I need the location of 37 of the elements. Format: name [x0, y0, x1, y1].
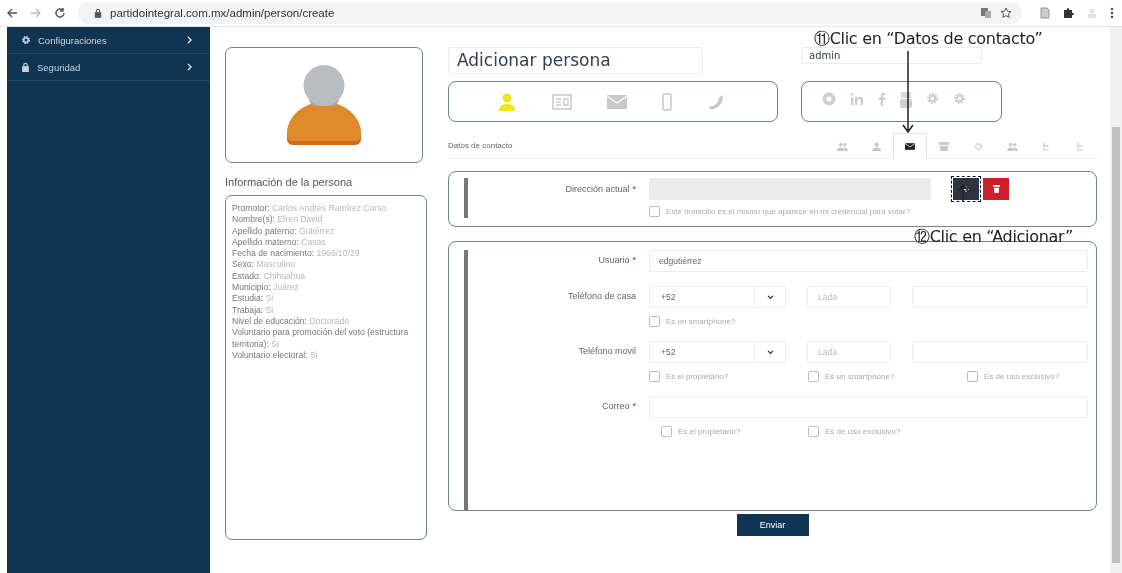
field-label: Dirección actual — [565, 184, 630, 194]
info-line: Voluntario para promoción del voto (estructura territoria): Si — [232, 327, 410, 350]
tab-section-label: Datos de contacto — [448, 141, 513, 150]
text-field[interactable]: edgutiérrez — [649, 250, 1088, 272]
user-field: admin — [801, 47, 982, 64]
info-line: Apellido materno: Casas — [232, 236, 327, 249]
field-label: Usuario — [598, 255, 630, 265]
info-line: Apellido paterno: Gutiérrez — [232, 225, 336, 237]
info-line: Fecha de nacimiento: 1966/10/29 — [232, 248, 361, 260]
field-label: Correo — [601, 401, 630, 411]
required-mark: * — [632, 255, 636, 265]
info-line: Voluntario electoral: Si — [232, 349, 319, 362]
info-line: Estudia: Si — [232, 293, 275, 305]
sidebar-item[interactable]: Configuraciones — [7, 27, 210, 54]
country-code-dropdown[interactable]: +52 — [649, 286, 786, 308]
area-code-field[interactable]: Lada — [807, 286, 891, 308]
url-text: partidointegral.com.mx/admin/person/create — [110, 7, 335, 19]
field-label: Teléfono movil — [578, 346, 636, 356]
page-title: Adicionar persona — [448, 47, 703, 74]
info-line: Promotor: Carlos Andrés Ramírez Corso — [232, 203, 388, 215]
required-mark: * — [632, 401, 636, 411]
section-title: Información de la persona — [225, 176, 354, 188]
required-mark: * — [632, 184, 636, 194]
field-label: Teléfono de casa — [567, 291, 636, 301]
info-line: Sexo: Masculino — [232, 259, 297, 271]
info-line: Trabaja: Si — [232, 304, 275, 316]
info-line: Estado: Chihuahua — [232, 270, 307, 283]
sidebar-item[interactable]: Seguridad — [7, 54, 210, 81]
annotation-text: ⑪Clic en “Datos de contacto” — [814, 29, 1043, 50]
address-bar[interactable]: partidointegral.com.mx/admin/person/create — [78, 2, 1022, 24]
info-line: Municipio: Juárez — [232, 282, 300, 294]
annotation-text: ⑫Clic en “Adicionar” — [914, 227, 1074, 248]
info-line: Nombre(s): Efren David — [232, 214, 324, 226]
area-code-field[interactable]: Lada — [807, 341, 891, 363]
info-line: Nivel de educación: Doctorado — [232, 315, 351, 328]
submit-button[interactable]: Enviar — [736, 514, 809, 536]
country-code-dropdown[interactable]: +52 — [649, 341, 786, 363]
